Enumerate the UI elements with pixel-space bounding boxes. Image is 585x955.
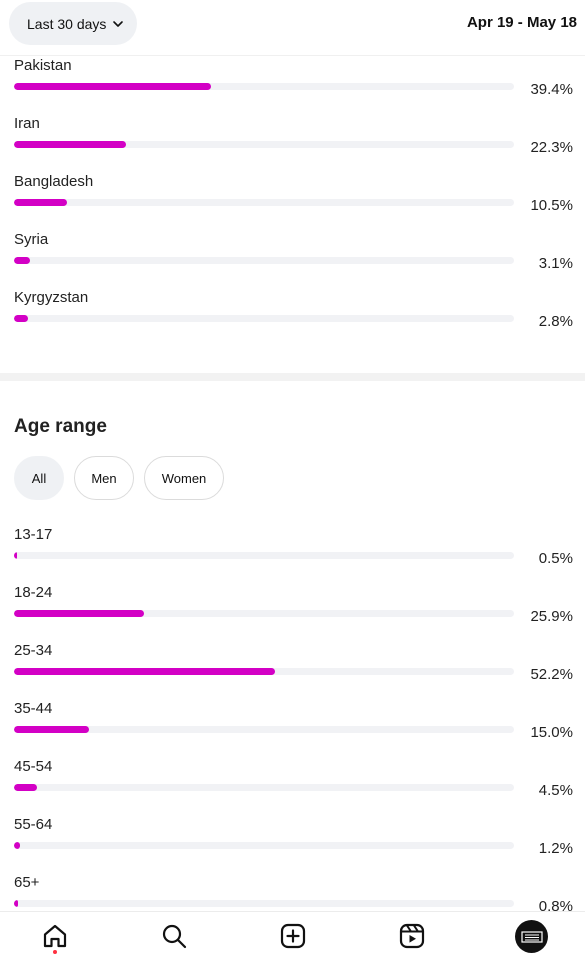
age-range-row-label: 25-34 <box>14 642 53 659</box>
country-row: Syria 3.1% <box>0 231 585 289</box>
age-range-row-bar-track <box>14 842 514 849</box>
chevron-down-icon <box>113 20 124 27</box>
age-range-row-label: 35-44 <box>14 700 53 717</box>
age-range-row-percent: 15.0% <box>530 724 573 741</box>
age-range-row-bar-track <box>14 668 514 675</box>
country-row-bar-fill <box>14 141 126 148</box>
age-range-row-label: 13-17 <box>14 526 53 543</box>
age-range-row: 13-17 0.5% <box>0 526 585 584</box>
country-row-bar-track <box>14 141 514 148</box>
country-row: Bangladesh 10.5% <box>0 173 585 231</box>
home-icon[interactable] <box>41 922 69 950</box>
filter-chip-women[interactable]: Women <box>144 456 224 500</box>
age-range-row-bar-track <box>14 726 514 733</box>
date-range-text: Apr 19 - May 18 <box>466 14 577 31</box>
age-range-row-percent: 25.9% <box>530 608 573 625</box>
age-range-row-bar-track <box>14 552 514 559</box>
country-row-percent: 10.5% <box>530 197 573 214</box>
reels-icon[interactable] <box>398 922 426 950</box>
age-range-row-bar-fill <box>14 610 144 617</box>
age-range-row: 25-34 52.2% <box>0 642 585 700</box>
age-range-row-label: 65+ <box>14 874 40 891</box>
country-row-bar-fill <box>14 83 211 90</box>
age-range-row-bar-fill <box>14 900 18 907</box>
profile-avatar[interactable] <box>515 920 548 953</box>
country-row-bar-track <box>14 257 514 264</box>
country-list: Pakistan 39.4% Iran 22.3% Bangladesh 10.5% Syr… <box>0 57 585 347</box>
notification-dot <box>53 950 57 954</box>
age-range-row: 45-54 4.5% <box>0 758 585 816</box>
header-bar: Last 30 days Apr 19 - May 18 <box>0 0 585 56</box>
age-range-list: 13-17 0.5% 18-24 25.9% 25-34 52.2% 35-44 15.0% 4… <box>0 526 585 932</box>
country-row: Pakistan 39.4% <box>0 57 585 115</box>
age-range-row-percent: 4.5% <box>538 782 573 799</box>
country-row-percent: 3.1% <box>538 255 573 272</box>
age-range-row-label: 55-64 <box>14 816 53 833</box>
country-row-bar-track <box>14 315 514 322</box>
search-icon[interactable] <box>160 922 188 950</box>
section-divider <box>0 373 585 381</box>
age-range-row-bar-fill <box>14 552 17 559</box>
age-range-row-bar-fill <box>14 842 20 849</box>
country-row-label: Kyrgyzstan <box>14 289 89 306</box>
create-icon[interactable] <box>279 922 307 950</box>
age-range-row-bar-fill <box>14 784 37 791</box>
filter-chip-all[interactable]: All <box>14 456 64 500</box>
bottom-navigation <box>0 911 585 955</box>
filter-chip-men[interactable]: Men <box>74 456 134 500</box>
country-row-bar-fill <box>14 199 67 206</box>
age-range-row: 35-44 15.0% <box>0 700 585 758</box>
country-row-bar-track <box>14 83 514 90</box>
date-range-dropdown-label: Last 30 days <box>27 15 107 32</box>
country-row-bar-track <box>14 199 514 206</box>
country-row-percent: 2.8% <box>538 313 573 330</box>
age-range-row-percent: 1.2% <box>538 840 573 857</box>
country-row-label: Bangladesh <box>14 173 94 190</box>
age-range-row-percent: 52.2% <box>530 666 573 683</box>
age-range-row: 55-64 1.2% <box>0 816 585 874</box>
country-row-percent: 22.3% <box>530 139 573 156</box>
country-row-label: Iran <box>14 115 40 132</box>
age-range-row-bar-fill <box>14 668 275 675</box>
avatar-logo-icon <box>520 930 543 943</box>
country-row: Kyrgyzstan 2.8% <box>0 289 585 347</box>
age-range-row-bar-track <box>14 784 514 791</box>
country-row-bar-fill <box>14 315 28 322</box>
age-range-row: 18-24 25.9% <box>0 584 585 642</box>
gender-filter-chips: All Men Women <box>14 456 224 500</box>
age-range-row-bar-track <box>14 610 514 617</box>
country-row-label: Pakistan <box>14 57 72 74</box>
age-range-row-bar-track <box>14 900 514 907</box>
country-row-label: Syria <box>14 231 49 248</box>
age-range-row-label: 18-24 <box>14 584 53 601</box>
age-range-row-percent: 0.5% <box>538 550 573 567</box>
country-row-bar-fill <box>14 257 30 264</box>
age-range-row-bar-fill <box>14 726 89 733</box>
country-row-percent: 39.4% <box>530 81 573 98</box>
age-range-row-label: 45-54 <box>14 758 53 775</box>
date-range-dropdown[interactable]: Last 30 days <box>9 2 137 45</box>
country-row: Iran 22.3% <box>0 115 585 173</box>
age-range-title: Age range <box>14 416 107 437</box>
